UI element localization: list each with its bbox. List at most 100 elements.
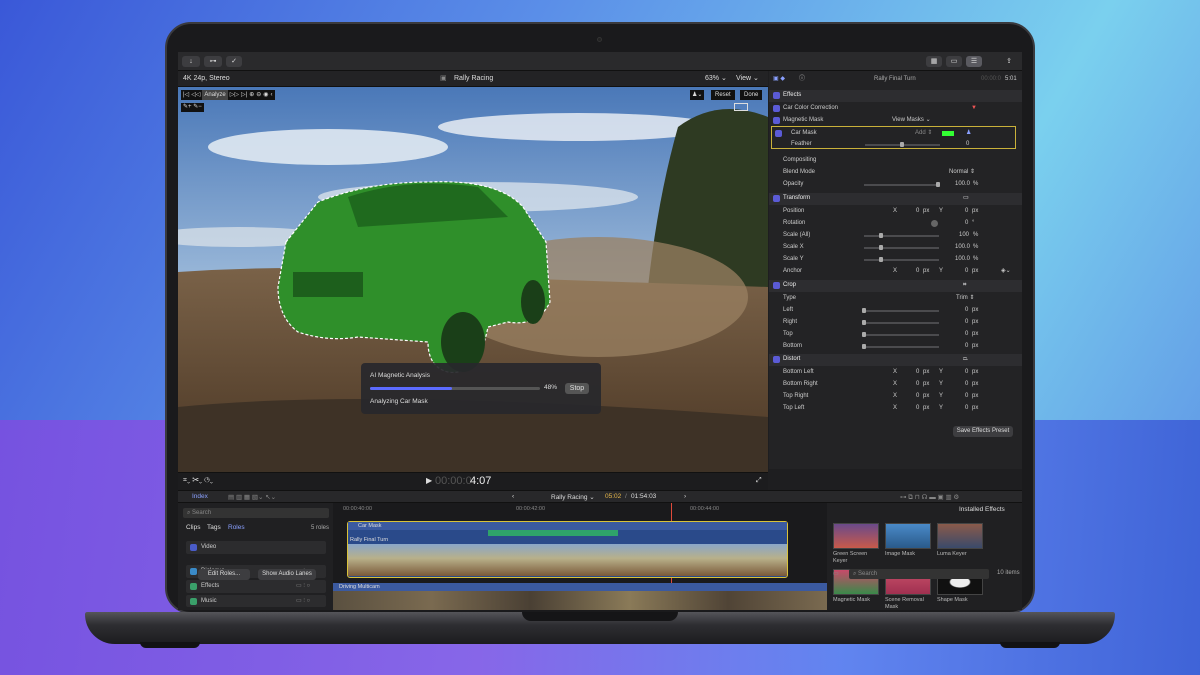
subtract-icon[interactable]: ⊖ (256, 90, 261, 100)
color-wheel-icon[interactable]: ▼ (971, 103, 977, 115)
distort-section[interactable]: Distort ⏢ (769, 354, 1022, 366)
browser-toggle[interactable]: ▦ (926, 56, 942, 67)
info-icon[interactable]: ⓘ (799, 72, 805, 86)
edit-roles-button[interactable]: Edit Roles... (198, 569, 250, 580)
opacity-value[interactable]: 100.0 (955, 179, 970, 191)
fx-image-mask-thumb[interactable] (885, 523, 931, 549)
crop-left-slider[interactable] (864, 310, 939, 312)
safe-zone-icon[interactable] (734, 103, 748, 111)
distort-onscreen-icon[interactable]: ⏢ (963, 354, 968, 366)
keyframe-icon[interactable]: ◈⌄ (1001, 266, 1011, 278)
crop-right-thumb[interactable] (862, 320, 866, 325)
show-audio-lanes-button[interactable]: Show Audio Lanes (258, 569, 316, 580)
crop-top-slider[interactable] (864, 334, 939, 336)
clips-tab[interactable]: Clips (186, 524, 200, 531)
role-video[interactable]: Video (186, 541, 326, 554)
save-preset-button[interactable]: Save Effects Preset (953, 426, 1013, 437)
crop-top-thumb[interactable] (862, 332, 866, 337)
brush-add-icon[interactable]: ✎+ (183, 104, 192, 110)
crop-right-slider[interactable] (864, 322, 939, 324)
fx-luma-keyer-thumb[interactable] (937, 523, 983, 549)
brush-erase-icon[interactable]: ✎− (193, 104, 202, 110)
analyze-button[interactable]: Analyze (202, 90, 228, 100)
reset-button[interactable]: Reset (711, 90, 735, 100)
effects-checkbox[interactable] (773, 92, 780, 99)
step-back-button[interactable]: ◁◁ (191, 90, 200, 100)
distort-checkbox[interactable] (773, 356, 780, 363)
transform-checkbox[interactable] (773, 195, 780, 202)
role-music[interactable]: Music ▭ ⫶ ○ (186, 595, 326, 607)
add-icon[interactable]: ⊕ (249, 90, 254, 100)
eye-icon[interactable]: ◉ (263, 90, 268, 100)
sidebar-toggle-icon[interactable]: ▭ (833, 570, 839, 577)
crop-onscreen-icon[interactable]: ⌗ (963, 280, 966, 292)
car-mask-checkbox[interactable] (775, 130, 782, 137)
scale-x-thumb[interactable] (879, 245, 883, 250)
history-forward[interactable]: › (684, 493, 686, 500)
role-music-controls[interactable]: ▭ ⫶ ○ (296, 595, 310, 608)
top-right-y-value[interactable]: 0 (965, 391, 968, 403)
position-x-value[interactable]: 0 (916, 206, 919, 218)
crop-bottom-slider[interactable] (864, 346, 939, 348)
back-arrow-icon[interactable]: ‹ (271, 90, 273, 100)
scale-y-value[interactable]: 100.0 (955, 254, 970, 266)
history-back[interactable]: ‹ (512, 493, 514, 500)
effects-search[interactable]: ⌕ Search (849, 569, 989, 579)
clip-appearance-icon[interactable]: ▤ ▥ ▦ ▧⌄ ↖⌄ (228, 493, 276, 501)
car-mask-bar[interactable]: Car Mask (348, 522, 787, 530)
bottom-left-y-value[interactable]: 0 (965, 367, 968, 379)
blend-mode-menu[interactable]: Normal ⇕ (949, 167, 975, 179)
play-button[interactable]: ▶ (426, 476, 432, 485)
rotation-dial[interactable] (931, 220, 938, 227)
view-masks-menu[interactable]: View Masks ⌄ (892, 115, 931, 127)
feather-value[interactable]: 0 (966, 139, 969, 151)
timecode[interactable]: 4:07 (470, 475, 491, 487)
timeline-toggle[interactable]: ▭ (946, 56, 962, 67)
crop-bottom-thumb[interactable] (862, 344, 866, 349)
crop-right-value[interactable]: 0 (965, 317, 968, 329)
top-left-x-value[interactable]: 0 (916, 403, 919, 415)
transform-tool-icon[interactable]: ⌗⌄ ✂⌄ ◷⌄ (183, 477, 213, 485)
bottom-right-y-value[interactable]: 0 (965, 379, 968, 391)
timeline-project-menu[interactable]: Rally Racing ⌄ (551, 493, 595, 501)
feather-thumb[interactable] (900, 142, 904, 147)
roles-tab[interactable]: Roles (228, 524, 245, 531)
anchor-x-value[interactable]: 0 (916, 266, 919, 278)
fullscreen-icon[interactable]: ⤢ (756, 477, 762, 485)
step-forward-button[interactable]: ▷▷ (230, 90, 239, 100)
video-inspector-icon[interactable]: ▣ ◆ (773, 72, 785, 86)
index-button[interactable]: Index (192, 493, 208, 500)
inspector-toggle[interactable]: ☰ (966, 56, 982, 67)
rotation-value[interactable]: 0 (965, 218, 968, 230)
scale-all-thumb[interactable] (879, 233, 883, 238)
crop-top-value[interactable]: 0 (965, 329, 968, 341)
transform-section[interactable]: Transform ▭ (769, 193, 1022, 205)
fx-green-screen-thumb[interactable] (833, 523, 879, 549)
import-button[interactable]: ↓ (182, 56, 200, 67)
add-menu[interactable]: Add ⇕ (915, 128, 932, 140)
opacity-slider[interactable] (864, 184, 939, 186)
stop-button[interactable]: Stop (565, 383, 589, 394)
keyword-button[interactable]: ⊶ (204, 56, 222, 67)
crop-section[interactable]: Crop ⌗ (769, 280, 1022, 292)
mask-checkbox[interactable] (773, 117, 780, 124)
crop-checkbox[interactable] (773, 282, 780, 289)
roles-search[interactable]: ⌕ Search (183, 508, 329, 518)
crop-left-thumb[interactable] (862, 308, 866, 313)
effects-section[interactable]: Effects (769, 90, 1022, 102)
transform-onscreen-icon[interactable]: ▭ (963, 193, 969, 205)
done-button[interactable]: Done (740, 90, 763, 100)
anchor-y-value[interactable]: 0 (965, 266, 968, 278)
role-effects-controls[interactable]: ▭ ⫶ ○ (296, 580, 310, 593)
crop-bottom-value[interactable]: 0 (965, 341, 968, 353)
bottom-left-x-value[interactable]: 0 (916, 367, 919, 379)
position-y-value[interactable]: 0 (965, 206, 968, 218)
multicam-label-bar[interactable]: Driving Multicam (333, 583, 827, 591)
top-right-x-value[interactable]: 0 (916, 391, 919, 403)
role-video-checkbox[interactable] (190, 544, 197, 551)
tags-tab[interactable]: Tags (207, 524, 221, 531)
check-button[interactable]: ✓ (226, 56, 242, 67)
scale-x-value[interactable]: 100.0 (955, 242, 970, 254)
color-checkbox[interactable] (773, 105, 780, 112)
opacity-thumb[interactable] (936, 182, 940, 187)
